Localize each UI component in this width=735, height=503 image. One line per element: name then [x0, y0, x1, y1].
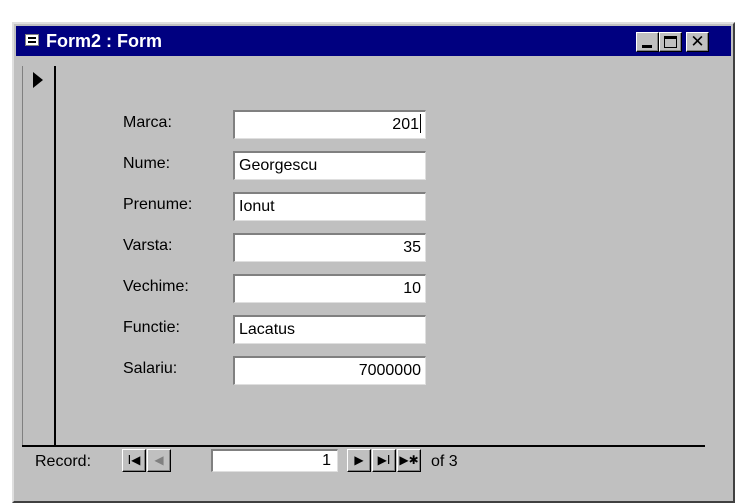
text-caret [420, 114, 421, 133]
maximize-icon [664, 36, 677, 48]
varsta-field[interactable]: 35 [233, 233, 426, 262]
title-bar[interactable]: Form2 : Form ✕ [16, 26, 731, 56]
window-title: Form2 : Form [46, 31, 163, 51]
maximize-button[interactable] [659, 32, 682, 52]
nume-field[interactable]: Georgescu [233, 151, 426, 180]
close-icon: ✕ [690, 32, 705, 52]
marca-field[interactable]: 201 [233, 110, 426, 139]
marca-value: 201 [392, 116, 419, 133]
record-selector[interactable] [22, 66, 56, 446]
last-record-button[interactable]: ▶I [372, 449, 396, 472]
salariu-field[interactable]: 7000000 [233, 356, 426, 385]
minimize-button[interactable] [636, 32, 659, 52]
salariu-label: Salariu: [123, 360, 178, 377]
minimize-icon [642, 45, 652, 48]
first-record-icon: I◀ [127, 453, 141, 467]
record-number-input[interactable]: 1 [211, 449, 338, 472]
functie-field[interactable]: Lacatus [233, 315, 426, 344]
marca-label: Marca: [123, 114, 172, 131]
form-window: Form2 : Form ✕ Marca: 201 Nume: Georgesc… [12, 22, 735, 503]
first-record-button[interactable]: I◀ [122, 449, 146, 472]
previous-record-icon: ◀ [154, 453, 164, 467]
varsta-label: Varsta: [123, 237, 173, 254]
next-record-button[interactable]: ▶ [347, 449, 371, 472]
vechime-label: Vechime: [123, 278, 189, 295]
form-icon[interactable] [25, 34, 39, 46]
close-button[interactable]: ✕ [686, 32, 709, 52]
new-record-icon: ▶✱ [399, 453, 419, 467]
form-footer-divider [22, 445, 705, 447]
prenume-label: Prenume: [123, 196, 193, 213]
record-label: Record: [35, 453, 92, 470]
current-record-arrow-icon [33, 72, 43, 88]
vechime-field[interactable]: 10 [233, 274, 426, 303]
prenume-field[interactable]: Ionut [233, 192, 426, 221]
record-count: of 3 [431, 453, 458, 470]
new-record-button[interactable]: ▶✱ [397, 449, 421, 472]
previous-record-button[interactable]: ◀ [147, 449, 171, 472]
last-record-icon: ▶I [377, 453, 391, 467]
functie-label: Functie: [123, 319, 180, 336]
next-record-icon: ▶ [354, 453, 364, 467]
nume-label: Nume: [123, 155, 171, 172]
